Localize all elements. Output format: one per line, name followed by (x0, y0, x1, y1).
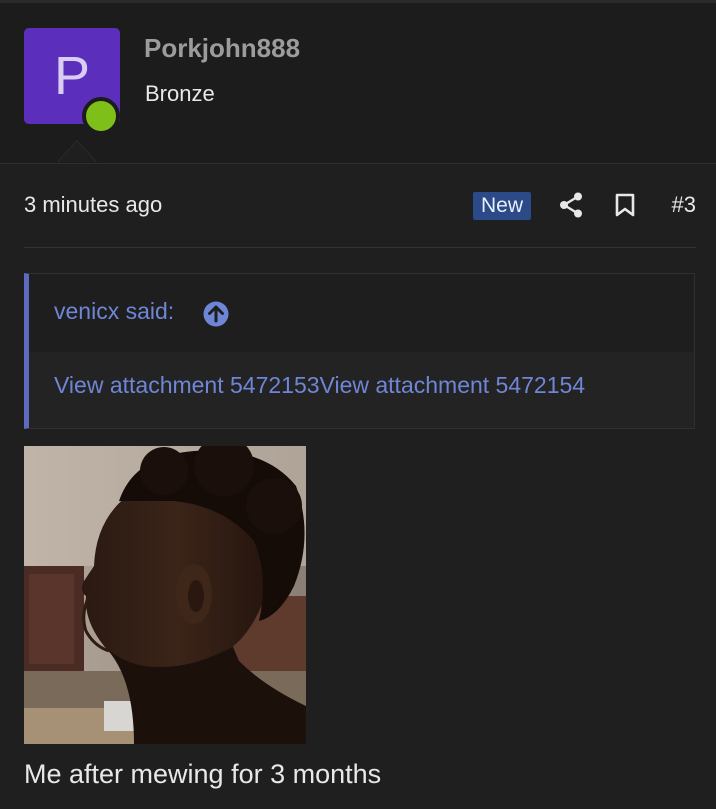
attachment-link-2[interactable]: View attachment 5472154 (320, 372, 586, 398)
quote-header: venicx said: (29, 274, 694, 352)
avatar-letter: P (53, 46, 91, 106)
arrow-up-circle-icon[interactable] (203, 301, 229, 327)
quote-author-link[interactable]: venicx said: (54, 298, 174, 325)
meta-divider (24, 247, 696, 248)
post-image[interactable] (24, 446, 306, 744)
quote-block: venicx said: View attachment 5472153View… (24, 273, 695, 429)
user-title: Bronze (145, 81, 215, 106)
header-pointer (58, 141, 96, 162)
bookmark-icon[interactable] (614, 193, 636, 217)
username[interactable]: Porkjohn888 (144, 33, 300, 64)
user-header: P Porkjohn888 Bronze (0, 3, 716, 164)
quote-body: View attachment 5472153View attachment 5… (54, 372, 585, 399)
share-icon[interactable] (559, 192, 583, 218)
forum-post: P Porkjohn888 Bronze 3 minutes ago New #… (0, 0, 716, 809)
post-caption: Me after mewing for 3 months (24, 759, 382, 789)
post-meta-row: 3 minutes ago New #3 (24, 188, 696, 224)
attachment-link-1[interactable]: View attachment 5472153 (54, 372, 320, 398)
post-number-link[interactable]: #3 (672, 192, 696, 218)
post-timestamp[interactable]: 3 minutes ago (24, 192, 162, 218)
new-badge: New (473, 192, 532, 220)
online-status-dot (82, 97, 120, 135)
